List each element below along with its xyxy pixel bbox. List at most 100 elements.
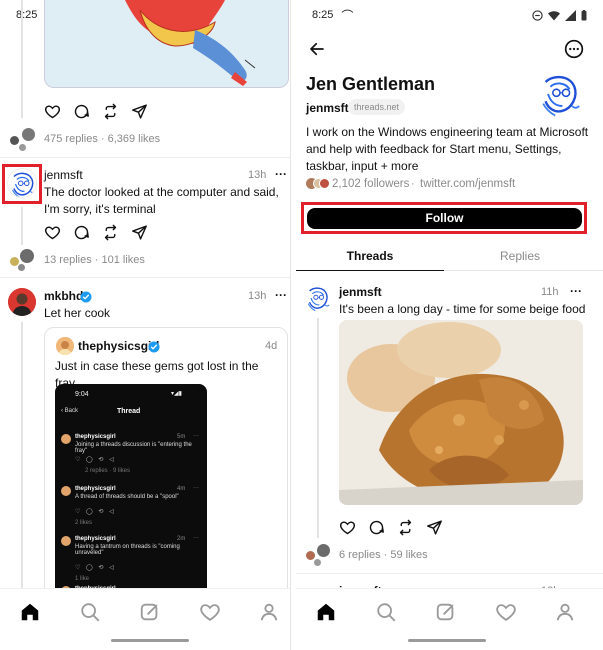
comment-icon[interactable] xyxy=(73,103,90,120)
home-icon[interactable] xyxy=(19,601,41,623)
superman-illustration xyxy=(125,0,256,86)
profile-icon[interactable] xyxy=(554,601,576,623)
shot-time: 9:04 xyxy=(75,391,89,398)
shot-back-label: Back xyxy=(64,408,79,414)
dnd-icon xyxy=(532,9,543,21)
avatar[interactable] xyxy=(304,284,332,312)
replier-avatars xyxy=(8,128,36,152)
post-stats[interactable]: 13 replies · 101 likes xyxy=(44,254,145,266)
more-icon[interactable]: ··· xyxy=(275,287,287,304)
search-icon[interactable] xyxy=(375,601,397,623)
verified-icon xyxy=(148,341,160,353)
quoted-time: 4d xyxy=(265,340,278,352)
shot-item-time: 5m xyxy=(177,434,186,440)
right-screen: 8:25 ⌒ Jen Gentleman jenmsft threads.net… xyxy=(296,0,603,650)
tab-threads[interactable]: Threads xyxy=(296,249,444,263)
shot-item-user: thephysicsgirl xyxy=(75,536,116,542)
quoted-post-card[interactable]: thephysicsgirl 4d Just in case these gem… xyxy=(44,327,288,618)
shot-item-more: ··· xyxy=(193,433,199,439)
gesture-bar[interactable] xyxy=(408,639,486,642)
status-bar: 8:25 ⌒ xyxy=(296,0,603,30)
shot-item-more: ··· xyxy=(193,535,199,541)
comment-icon[interactable] xyxy=(73,224,90,241)
heart-icon[interactable] xyxy=(339,519,356,536)
post-text: It's been a long day - time for some bei… xyxy=(339,302,586,316)
follower-avatars xyxy=(306,177,330,191)
shot-item: thephysicsgirl 4m ··· A thread of thread… xyxy=(59,484,203,530)
repost-icon[interactable] xyxy=(397,519,414,536)
profile-name: Jen Gentleman xyxy=(306,74,436,94)
more-icon[interactable]: ··· xyxy=(275,166,287,183)
home-icon[interactable] xyxy=(315,601,337,623)
shot-back-link: ‹ Back xyxy=(61,408,79,414)
post-image-fried-chicken[interactable] xyxy=(339,320,583,505)
compose-icon[interactable] xyxy=(435,601,457,623)
shot-item-meta: 2 likes xyxy=(75,520,93,526)
post-time: 13h xyxy=(248,290,267,302)
avatar[interactable] xyxy=(8,288,36,316)
physicsgirl-avatar-image xyxy=(56,337,74,355)
post-actions xyxy=(44,224,148,241)
avatar xyxy=(56,337,74,355)
username[interactable]: jenmsft xyxy=(44,167,83,184)
signal-icon xyxy=(565,9,576,21)
gesture-bar[interactable] xyxy=(111,639,189,642)
shot-item-time: 2m xyxy=(177,536,186,542)
activity-heart-icon[interactable] xyxy=(199,601,221,623)
shot-item-time: 4m xyxy=(177,486,186,492)
tab-replies[interactable]: Replies xyxy=(446,249,594,263)
compose-icon[interactable] xyxy=(139,601,161,623)
shot-item-text: A thread of threads should be a "spool" xyxy=(75,494,179,500)
profile-bio: I work on the Windows engineering team a… xyxy=(306,125,589,173)
separator xyxy=(0,277,290,278)
status-notification-icon: ⌒ xyxy=(341,8,354,23)
embedded-screenshot[interactable]: 9:04 ▾◢▮ ‹ Back Thread thephysicsgirl 5m… xyxy=(55,384,207,618)
bottom-nav xyxy=(296,588,603,650)
separator xyxy=(0,157,290,158)
post-stats[interactable]: 475 replies · 6,369 likes xyxy=(44,133,160,145)
share-icon[interactable] xyxy=(131,103,148,120)
shot-item-actions: ♡ ◯ ⟲ ◁ xyxy=(75,565,116,571)
profile-handle: jenmsft xyxy=(306,101,349,115)
shot-title: Thread xyxy=(117,408,141,415)
shot-item-user: thephysicsgirl xyxy=(75,434,116,440)
repost-icon[interactable] xyxy=(102,103,119,120)
share-icon[interactable] xyxy=(426,519,443,536)
post-actions xyxy=(44,103,148,120)
shot-item-text: Having a tantrum on threads is "coming u… xyxy=(75,544,180,556)
post-text: Let her cook xyxy=(44,306,111,320)
followers-count[interactable]: 2,102 followers xyxy=(332,178,409,190)
repost-icon[interactable] xyxy=(102,224,119,241)
more-icon[interactable]: ··· xyxy=(570,283,582,300)
tab-divider xyxy=(444,270,603,271)
domain-badge[interactable]: threads.net xyxy=(348,99,406,115)
post-image-superman[interactable] xyxy=(44,0,289,88)
more-circle-icon[interactable] xyxy=(564,39,584,59)
wifi-icon xyxy=(548,10,560,20)
thread-line xyxy=(21,322,23,590)
shot-item-text: Joining a threads discussion is "enterin… xyxy=(75,442,192,454)
separator xyxy=(296,573,603,574)
shot-item-meta: 2 replies · 9 likes xyxy=(85,468,131,474)
activity-heart-icon[interactable] xyxy=(495,601,517,623)
shot-item: thephysicsgirl 5m ··· Joining a threads … xyxy=(59,432,203,478)
profile-link[interactable]: twitter.com/jenmsft xyxy=(420,178,515,190)
replier-avatars xyxy=(8,249,36,271)
profile-avatar[interactable] xyxy=(536,70,584,118)
username[interactable]: mkbhd xyxy=(44,288,83,305)
share-icon[interactable] xyxy=(131,224,148,241)
shot-item-meta: 1 like xyxy=(75,576,90,582)
shot-item: thephysicsgirl 2m ··· Having a tantrum o… xyxy=(59,534,203,582)
post-stats[interactable]: 6 replies · 59 likes xyxy=(339,549,428,561)
heart-icon[interactable] xyxy=(44,224,61,241)
profile-icon[interactable] xyxy=(258,601,280,623)
mkbhd-avatar-image xyxy=(8,288,36,316)
thread-line xyxy=(317,318,319,538)
search-icon[interactable] xyxy=(79,601,101,623)
back-arrow-icon[interactable] xyxy=(308,40,326,58)
status-time: 8:25 xyxy=(16,9,38,21)
comment-icon[interactable] xyxy=(368,519,385,536)
shot-status-icons: ▾◢▮ xyxy=(171,391,182,397)
username[interactable]: jenmsft xyxy=(339,284,382,301)
heart-icon[interactable] xyxy=(44,103,61,120)
